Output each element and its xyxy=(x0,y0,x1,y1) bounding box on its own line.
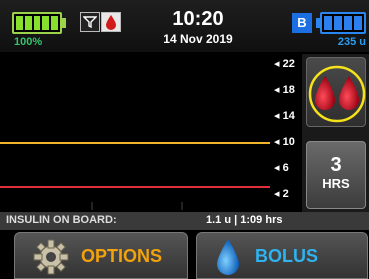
battery-icon xyxy=(12,12,62,34)
options-button[interactable]: OPTIONS xyxy=(14,232,188,279)
axis-tick: ◂ 22 xyxy=(274,58,295,70)
reservoir-icon xyxy=(320,12,366,34)
date-display: 14 Nov 2019 xyxy=(163,32,233,46)
insulin-drop-icon xyxy=(217,239,239,275)
bolus-badge: B xyxy=(292,13,312,33)
battery-percent: 100% xyxy=(14,36,43,48)
glucose-graph xyxy=(0,54,270,210)
axis-tick: ◂ 14 xyxy=(274,110,295,122)
bg-entry-button[interactable] xyxy=(306,57,366,127)
blood-drops-icon xyxy=(308,65,366,123)
axis-tick: ◂ 18 xyxy=(274,84,295,96)
y-axis: ◂ 22 ◂ 18 ◂ 14 ◂ 10 ◂ 6 ◂ 2 xyxy=(270,54,302,210)
reservoir-units: 235 u xyxy=(337,36,366,48)
insulin-on-board-bar: INSULIN ON BOARD: 1.1 u | 1:09 hrs xyxy=(0,212,369,230)
hours-unit: HRS xyxy=(322,176,350,191)
iob-label: INSULIN ON BOARD: xyxy=(6,214,117,226)
filter-icon xyxy=(80,12,100,32)
battery-nub xyxy=(62,18,66,28)
graph-hours-button[interactable]: 3 HRS xyxy=(306,141,366,209)
bolus-label: BOLUS xyxy=(255,246,318,266)
axis-tick: ◂ 6 xyxy=(274,162,289,174)
clock: 10:20 14 Nov 2019 xyxy=(138,9,258,46)
axis-tick: ◂ 10 xyxy=(274,136,295,148)
hours-value: 3 xyxy=(330,154,342,176)
iob-value: 1.1 u | 1:09 hrs xyxy=(206,214,282,226)
bolus-button[interactable]: BOLUS xyxy=(196,232,368,279)
iob-units: 1.1 u xyxy=(206,214,232,226)
options-label: OPTIONS xyxy=(81,246,163,266)
time-display: 10:20 xyxy=(172,8,224,30)
gear-icon xyxy=(33,239,69,275)
blood-drop-icon xyxy=(101,12,121,32)
iob-time: 1:09 hrs xyxy=(240,214,283,226)
iob-separator: | xyxy=(234,214,238,226)
axis-tick: ◂ 2 xyxy=(274,188,289,200)
